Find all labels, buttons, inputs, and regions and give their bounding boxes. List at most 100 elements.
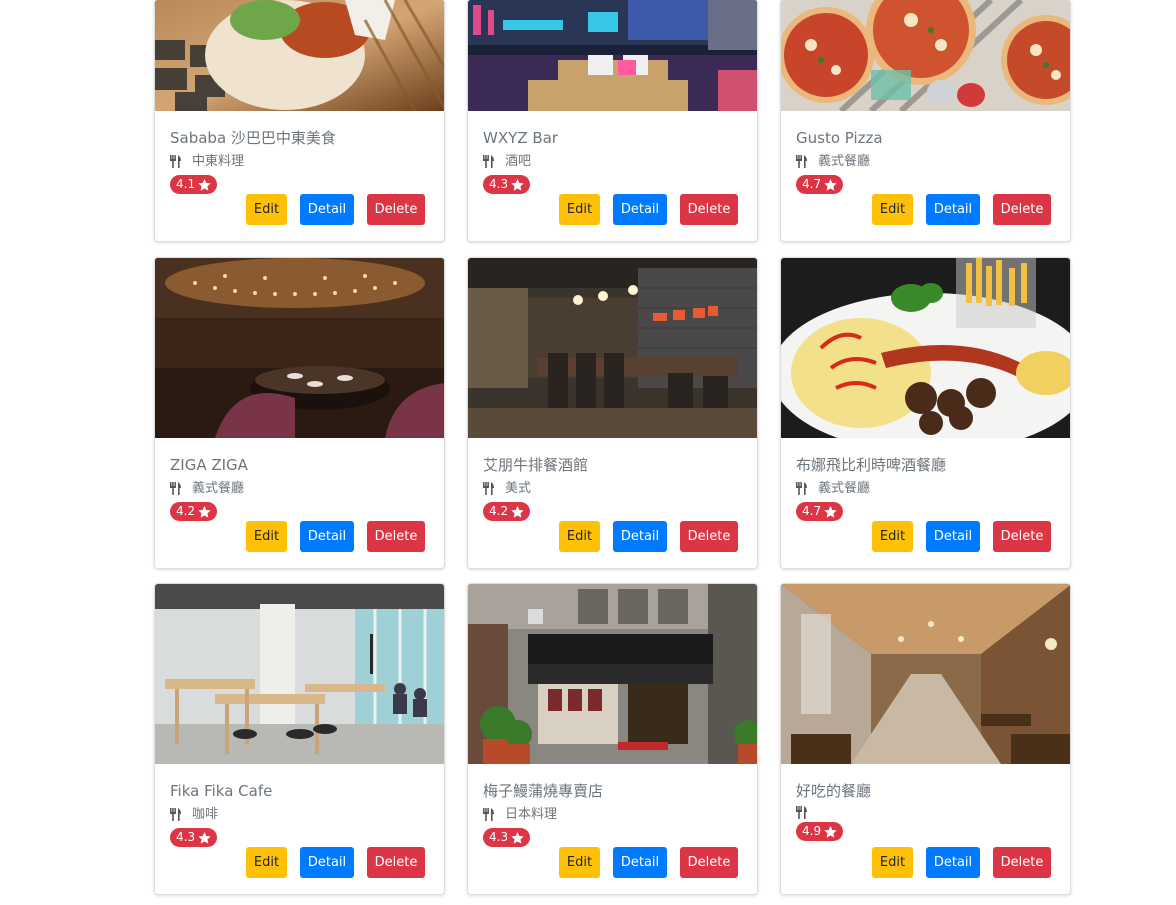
- star-icon: [198, 178, 211, 191]
- rating-badge: 4.7: [796, 502, 844, 521]
- rating-value: 4.2: [489, 504, 509, 518]
- star-icon: [824, 178, 837, 191]
- delete-button[interactable]: Delete: [367, 521, 425, 552]
- utensils-icon: [170, 482, 181, 495]
- utensils-icon: [170, 155, 181, 168]
- edit-button[interactable]: Edit: [246, 847, 287, 878]
- restaurant-category: [796, 806, 1051, 819]
- restaurant-category: 美式: [483, 480, 738, 497]
- restaurant-name: 好吃的餐廳: [796, 782, 872, 800]
- category-label: 義式餐廳: [818, 154, 871, 169]
- restaurant-image[interactable]: [781, 584, 1070, 764]
- delete-button[interactable]: Delete: [367, 847, 425, 878]
- restaurant-category: 酒吧: [483, 153, 738, 170]
- category-label: 日本料理: [505, 807, 558, 822]
- edit-button[interactable]: Edit: [246, 521, 287, 552]
- category-label: 美式: [505, 481, 532, 496]
- restaurant-image[interactable]: [468, 0, 757, 111]
- utensils-icon: [483, 482, 494, 495]
- utensils-icon: [796, 482, 807, 495]
- edit-button[interactable]: Edit: [872, 521, 913, 552]
- restaurant-image[interactable]: [468, 258, 757, 438]
- rating-value: 4.2: [176, 504, 196, 518]
- detail-button[interactable]: Detail: [300, 521, 354, 552]
- restaurant-name: Sababa 沙巴巴中東美食: [170, 129, 336, 147]
- rating-badge: 4.1: [170, 175, 218, 194]
- restaurant-category: 日本料理: [483, 806, 738, 823]
- rating-value: 4.3: [489, 830, 509, 844]
- utensils-icon: [170, 808, 181, 821]
- edit-button[interactable]: Edit: [872, 194, 913, 225]
- detail-button[interactable]: Detail: [613, 194, 667, 225]
- star-icon: [198, 831, 211, 844]
- rating-badge: 4.3: [170, 828, 218, 847]
- restaurant-image[interactable]: [155, 584, 444, 764]
- delete-button[interactable]: Delete: [993, 847, 1051, 878]
- restaurant-name: Gusto Pizza: [796, 129, 883, 147]
- utensils-icon: [796, 155, 807, 168]
- restaurant-name: ZIGA ZIGA: [170, 456, 248, 474]
- rating-value: 4.7: [802, 177, 822, 191]
- detail-button[interactable]: Detail: [926, 194, 980, 225]
- detail-button[interactable]: Detail: [926, 847, 980, 878]
- rating-badge: 4.2: [483, 502, 531, 521]
- restaurant-card: 梅子鰻蒲燒專賣店 日本料理 4.3 Edit Detail Delete: [467, 583, 758, 895]
- star-icon: [511, 831, 524, 844]
- restaurant-category: 義式餐廳: [170, 480, 425, 497]
- restaurant-image[interactable]: [781, 258, 1070, 438]
- star-icon: [198, 505, 211, 518]
- rating-value: 4.7: [802, 504, 822, 518]
- detail-button[interactable]: Detail: [300, 194, 354, 225]
- restaurant-image[interactable]: [155, 0, 444, 111]
- edit-button[interactable]: Edit: [246, 194, 287, 225]
- delete-button[interactable]: Delete: [680, 194, 738, 225]
- restaurant-card: 布娜飛比利時啤酒餐廳 義式餐廳 4.7 Edit Detail Delete: [780, 257, 1071, 569]
- restaurant-card: Gusto Pizza 義式餐廳 4.7 Edit Detail Delete: [780, 0, 1071, 242]
- star-icon: [511, 178, 524, 191]
- rating-badge: 4.9: [796, 822, 844, 841]
- utensils-icon: [483, 155, 494, 168]
- utensils-icon: [796, 806, 807, 819]
- rating-badge: 4.7: [796, 175, 844, 194]
- restaurant-image[interactable]: [155, 258, 444, 438]
- delete-button[interactable]: Delete: [680, 847, 738, 878]
- delete-button[interactable]: Delete: [367, 194, 425, 225]
- edit-button[interactable]: Edit: [559, 194, 600, 225]
- restaurant-category: 義式餐廳: [796, 480, 1051, 497]
- restaurant-card: WXYZ Bar 酒吧 4.3 Edit Detail Delete: [467, 0, 758, 242]
- rating-value: 4.9: [802, 824, 822, 838]
- restaurant-name: Fika Fika Cafe: [170, 782, 273, 800]
- detail-button[interactable]: Detail: [926, 521, 980, 552]
- restaurant-image[interactable]: [468, 584, 757, 764]
- category-label: 酒吧: [505, 154, 532, 169]
- delete-button[interactable]: Delete: [993, 521, 1051, 552]
- rating-badge: 4.3: [483, 828, 531, 847]
- rating-value: 4.3: [176, 830, 196, 844]
- restaurant-category: 咖啡: [170, 806, 425, 823]
- restaurant-card: 艾朋牛排餐酒館 美式 4.2 Edit Detail Delete: [467, 257, 758, 569]
- utensils-icon: [483, 808, 494, 821]
- restaurant-image[interactable]: [781, 0, 1070, 111]
- restaurant-card: 好吃的餐廳 4.9 Edit Detail Delete: [780, 583, 1071, 895]
- category-label: 咖啡: [192, 807, 219, 822]
- delete-button[interactable]: Delete: [680, 521, 738, 552]
- detail-button[interactable]: Detail: [613, 521, 667, 552]
- star-icon: [824, 825, 837, 838]
- restaurant-name: 艾朋牛排餐酒館: [483, 456, 589, 474]
- delete-button[interactable]: Delete: [993, 194, 1051, 225]
- detail-button[interactable]: Detail: [300, 847, 354, 878]
- rating-value: 4.1: [176, 177, 196, 191]
- restaurant-name: WXYZ Bar: [483, 129, 558, 147]
- restaurant-category: 義式餐廳: [796, 153, 1051, 170]
- detail-button[interactable]: Detail: [613, 847, 667, 878]
- restaurant-card: ZIGA ZIGA 義式餐廳 4.2 Edit Detail Delete: [154, 257, 445, 569]
- edit-button[interactable]: Edit: [872, 847, 913, 878]
- edit-button[interactable]: Edit: [559, 521, 600, 552]
- rating-badge: 4.3: [483, 175, 531, 194]
- restaurant-card: Sababa 沙巴巴中東美食 中東料理 4.1 Edit Detail Dele…: [154, 0, 445, 242]
- category-label: 義式餐廳: [192, 481, 245, 496]
- star-icon: [511, 505, 524, 518]
- star-icon: [824, 505, 837, 518]
- edit-button[interactable]: Edit: [559, 847, 600, 878]
- restaurant-card: Fika Fika Cafe 咖啡 4.3 Edit Detail Delete: [154, 583, 445, 895]
